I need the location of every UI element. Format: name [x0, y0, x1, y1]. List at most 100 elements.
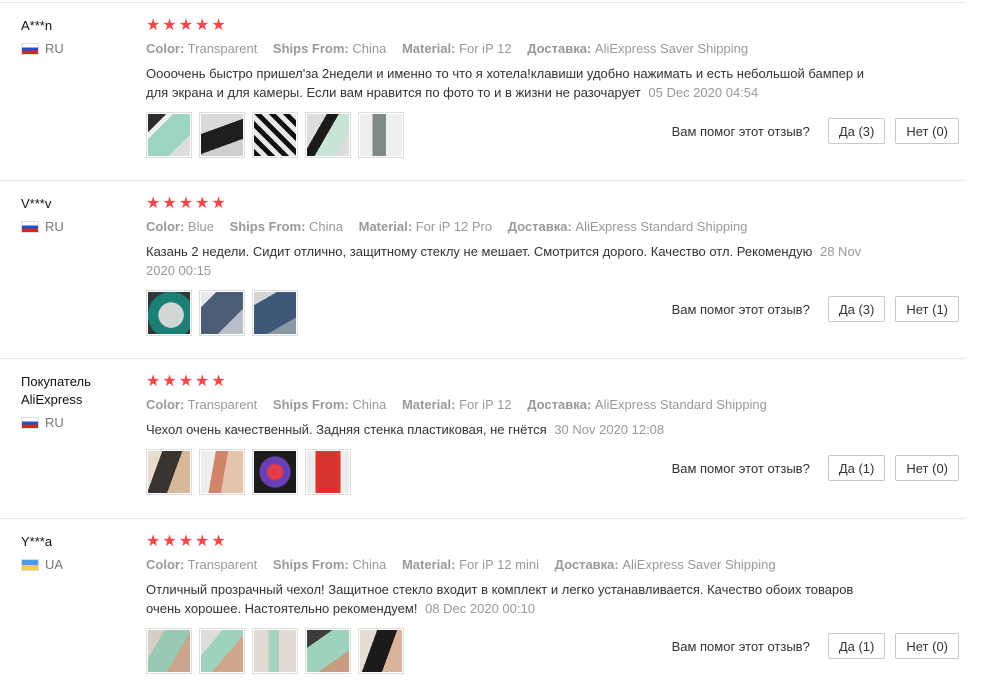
review-text-block: Чехол очень качественный. Задняя стенка …: [146, 420, 871, 439]
country-code: UA: [45, 557, 64, 572]
attr-delivery-label: Доставка:: [527, 41, 592, 56]
attr-delivery-value: AliExpress Saver Shipping: [622, 557, 776, 572]
country-code: RU: [45, 219, 64, 234]
vote-no-button[interactable]: Нет (0): [895, 118, 959, 144]
star-icon: ★: [178, 533, 194, 550]
review-photo[interactable]: [252, 112, 298, 158]
flag-ru-icon: [21, 43, 39, 55]
attr-color-label: Color:: [146, 219, 185, 234]
star-rating: ★ ★ ★ ★ ★: [146, 533, 876, 551]
attr-material-label: Material:: [358, 219, 413, 234]
attr-material-value: For iP 12: [459, 41, 512, 56]
attr-color-label: Color:: [146, 41, 185, 56]
attr-delivery-label: Доставка:: [527, 397, 592, 412]
vote-no-button[interactable]: Нет (1): [895, 296, 959, 322]
helpful-vote: Вам помог этот отзыв? Да (1) Нет (0): [672, 455, 959, 481]
sku-attributes: Color: Transparent Ships From: China Mat…: [146, 396, 876, 414]
review-item: A***n RU ★ ★ ★ ★ ★ Color: Transparent Ships …: [0, 3, 966, 181]
star-rating: ★ ★ ★ ★ ★: [146, 195, 876, 213]
review-item: Покупатель AliExpress RU ★ ★ ★ ★ ★ Color: Tr…: [0, 359, 966, 519]
star-icon: ★: [178, 373, 194, 390]
star-icon: ★: [162, 17, 177, 34]
vote-yes-button[interactable]: Да (1): [827, 633, 886, 659]
review-photo[interactable]: [146, 112, 192, 158]
attr-delivery-value: AliExpress Standard Shipping: [594, 397, 767, 412]
review-photo[interactable]: [199, 628, 245, 674]
review-photo[interactable]: [146, 290, 192, 336]
vote-yes-button[interactable]: Да (3): [827, 118, 886, 144]
review-photo[interactable]: [252, 449, 298, 495]
star-icon: ★: [195, 533, 210, 550]
attr-delivery-value: AliExpress Standard Shipping: [575, 219, 748, 234]
review-photo[interactable]: [358, 628, 404, 674]
review-text-block: Отличный прозрачный чехол! Защитное стек…: [146, 580, 871, 618]
sku-attributes: Color: Transparent Ships From: China Mat…: [146, 40, 876, 58]
review-photo[interactable]: [358, 112, 404, 158]
attr-ships-value: China: [352, 397, 387, 412]
review-photo[interactable]: [199, 112, 245, 158]
attr-color-value: Transparent: [187, 397, 258, 412]
attr-delivery-value: AliExpress Saver Shipping: [594, 41, 749, 56]
review-item: Y***a UA ★ ★ ★ ★ ★ Color: Transparent Ships …: [0, 519, 966, 696]
star-icon: ★: [195, 195, 210, 212]
attr-delivery-label: Доставка:: [554, 557, 619, 572]
review-date: 05 Dec 2020 04:54: [648, 85, 759, 100]
review-date: 30 Nov 2020 12:08: [554, 422, 665, 437]
attr-ships-label: Ships From:: [229, 219, 306, 234]
flag-ru-icon: [21, 221, 39, 233]
star-icon: ★: [211, 373, 226, 390]
vote-yes-button[interactable]: Да (3): [827, 296, 886, 322]
reviewer-info: V***v RU: [21, 195, 131, 235]
review-photo[interactable]: [305, 449, 351, 495]
attr-material-value: For iP 12 mini: [459, 557, 540, 572]
attr-color-label: Color:: [146, 557, 185, 572]
star-rating: ★ ★ ★ ★ ★: [146, 17, 876, 35]
helpful-question: Вам помог этот отзыв?: [671, 638, 810, 654]
star-icon: ★: [211, 533, 226, 550]
attr-material-label: Material:: [401, 397, 456, 412]
review-photo[interactable]: [305, 628, 351, 674]
attr-material-label: Material:: [401, 557, 456, 572]
review-photo[interactable]: [146, 449, 192, 495]
review-photo[interactable]: [146, 628, 192, 674]
country-code: RU: [45, 41, 64, 56]
review-photo[interactable]: [199, 290, 245, 336]
vote-no-button[interactable]: Нет (0): [895, 455, 959, 481]
attr-color-label: Color:: [146, 397, 185, 412]
star-icon: ★: [146, 373, 161, 390]
flag-ru-icon: [21, 417, 39, 429]
country-code: RU: [45, 415, 64, 430]
star-icon: ★: [146, 17, 161, 34]
review-text: Казань 2 недели. Сидит отлично, защитном…: [146, 244, 813, 259]
star-icon: ★: [211, 195, 226, 212]
review-photo[interactable]: [199, 449, 245, 495]
vote-yes-button[interactable]: Да (1): [827, 455, 886, 481]
helpful-vote: Вам помог этот отзыв? Да (3) Нет (1): [672, 296, 959, 322]
star-icon: ★: [146, 195, 161, 212]
reviewer-info: Y***a UA: [21, 533, 131, 573]
star-icon: ★: [162, 195, 177, 212]
review-photo[interactable]: [252, 628, 298, 674]
star-icon: ★: [162, 373, 177, 390]
attr-material-label: Material:: [401, 41, 456, 56]
review-photo[interactable]: [252, 290, 298, 336]
review-item: V***v RU ★ ★ ★ ★ ★ Color: Blue Ships From: C…: [0, 181, 966, 359]
reviewer-country: UA: [21, 557, 131, 573]
review-text-block: Оооочень быстро пришел'за 2недели и имен…: [146, 64, 871, 102]
vote-no-button[interactable]: Нет (0): [895, 633, 959, 659]
attr-material-value: For iP 12 Pro: [415, 219, 493, 234]
star-icon: ★: [195, 17, 210, 34]
helpful-question: Вам помог этот отзыв?: [671, 123, 810, 139]
attr-ships-label: Ships From:: [272, 557, 349, 572]
sku-attributes: Color: Transparent Ships From: China Mat…: [146, 556, 876, 574]
review-text: Чехол очень качественный. Задняя стенка …: [146, 422, 547, 437]
helpful-vote: Вам помог этот отзыв? Да (3) Нет (0): [672, 118, 959, 144]
reviewer-name: V***v: [21, 196, 52, 211]
sku-attributes: Color: Blue Ships From: China Material: …: [146, 218, 876, 236]
review-text-block: Казань 2 недели. Сидит отлично, защитном…: [146, 242, 871, 280]
star-icon: ★: [162, 533, 177, 550]
reviewer-info: A***n RU: [21, 17, 131, 57]
review-photo[interactable]: [305, 112, 351, 158]
attr-color-value: Transparent: [187, 557, 258, 572]
attr-material-value: For iP 12: [459, 397, 512, 412]
